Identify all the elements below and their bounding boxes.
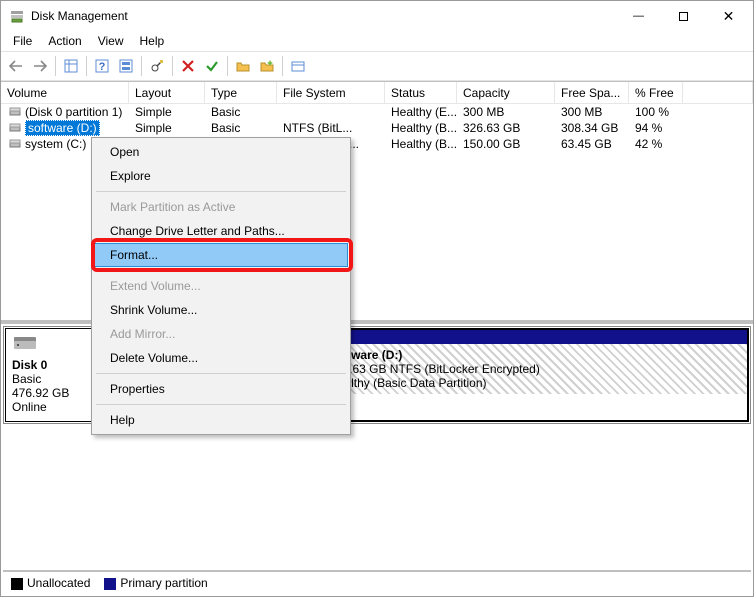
partition[interactable]: software (D:)326.63 GB NTFS (BitLocker E…: [321, 328, 749, 422]
menu-item-change-drive-letter-and-paths[interactable]: Change Drive Letter and Paths...: [94, 219, 348, 243]
menu-view[interactable]: View: [90, 32, 132, 50]
menu-action[interactable]: Action: [40, 32, 89, 50]
menu-item-delete-volume[interactable]: Delete Volume...: [94, 346, 348, 370]
legend-primary: Primary partition: [104, 576, 207, 590]
title-bar: Disk Management — ✕: [1, 1, 753, 31]
back-button[interactable]: [5, 55, 27, 77]
menu-separator: [96, 404, 346, 405]
column-type[interactable]: Type: [205, 82, 277, 103]
table-row[interactable]: (Disk 0 partition 1)SimpleBasicHealthy (…: [1, 104, 753, 120]
forward-button[interactable]: [29, 55, 51, 77]
column-layout[interactable]: Layout: [129, 82, 205, 103]
help-button[interactable]: ?: [91, 55, 113, 77]
settings-button[interactable]: [146, 55, 168, 77]
column-freespace[interactable]: Free Spa...: [555, 82, 629, 103]
app-icon: [9, 8, 25, 24]
disk-info[interactable]: Disk 0 Basic 476.92 GB Online: [5, 328, 105, 422]
apply-button[interactable]: [201, 55, 223, 77]
column-filesystem[interactable]: File System: [277, 82, 385, 103]
menu-item-extend-volume: Extend Volume...: [94, 274, 348, 298]
legend-unallocated: Unallocated: [11, 576, 90, 590]
menu-bar: File Action View Help: [1, 31, 753, 51]
menu-separator: [96, 270, 346, 271]
menu-item-shrink-volume[interactable]: Shrink Volume...: [94, 298, 348, 322]
window-buttons: — ✕: [616, 2, 751, 31]
toolbar: ?: [1, 51, 753, 81]
menu-item-properties[interactable]: Properties: [94, 377, 348, 401]
menu-item-help[interactable]: Help: [94, 408, 348, 432]
options-button[interactable]: [287, 55, 309, 77]
disk-icon: [12, 333, 38, 355]
menu-item-mark-partition-as-active: Mark Partition as Active: [94, 195, 348, 219]
legend: Unallocated Primary partition: [3, 570, 751, 594]
column-headers: Volume Layout Type File System Status Ca…: [1, 82, 753, 104]
menu-item-open[interactable]: Open: [94, 140, 348, 164]
window-title: Disk Management: [31, 9, 616, 23]
menu-item-add-mirror: Add Mirror...: [94, 322, 348, 346]
minimize-button[interactable]: —: [616, 2, 661, 31]
disk-header: Disk 0: [12, 358, 47, 372]
column-volume[interactable]: Volume: [1, 82, 129, 103]
menu-help[interactable]: Help: [132, 32, 173, 50]
maximize-button[interactable]: [661, 2, 706, 31]
column-capacity[interactable]: Capacity: [457, 82, 555, 103]
menu-separator: [96, 373, 346, 374]
disk-size: 476.92 GB: [12, 386, 98, 400]
menu-separator: [96, 191, 346, 192]
svg-text:?: ?: [99, 61, 106, 73]
column-spacer: [683, 82, 753, 103]
menu-file[interactable]: File: [5, 32, 40, 50]
context-menu: OpenExplore Mark Partition as ActiveChang…: [91, 137, 351, 435]
view-disks-button[interactable]: [115, 55, 137, 77]
column-pctfree[interactable]: % Free: [629, 82, 683, 103]
column-status[interactable]: Status: [385, 82, 457, 103]
delete-button[interactable]: [177, 55, 199, 77]
open-folder-button[interactable]: [232, 55, 254, 77]
disk-status: Online: [12, 400, 98, 414]
table-row[interactable]: software (D:)SimpleBasicNTFS (BitL...Hea…: [1, 120, 753, 136]
disk-type: Basic: [12, 372, 98, 386]
view-list-button[interactable]: [60, 55, 82, 77]
menu-item-format[interactable]: Format...: [94, 243, 348, 267]
close-button[interactable]: ✕: [706, 2, 751, 31]
new-button[interactable]: [256, 55, 278, 77]
menu-item-explore[interactable]: Explore: [94, 164, 348, 188]
